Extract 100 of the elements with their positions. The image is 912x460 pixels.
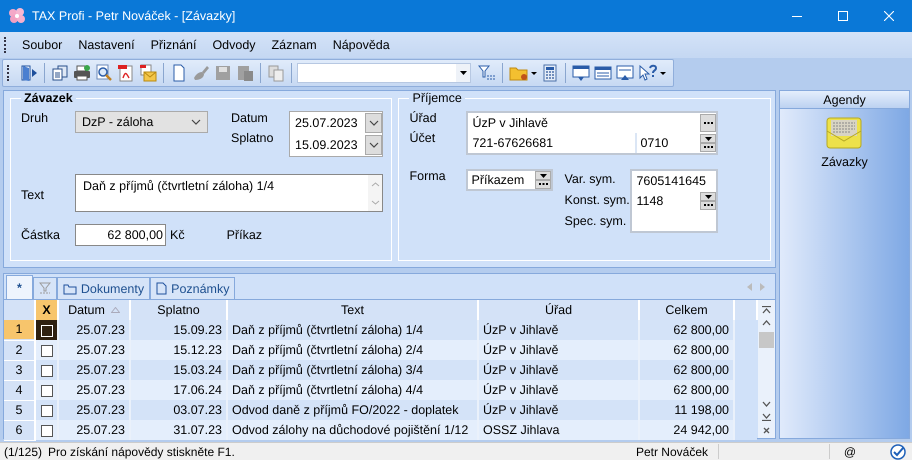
filter-icon[interactable] bbox=[477, 62, 497, 82]
chevron-icon bbox=[368, 120, 378, 126]
row-header[interactable]: 2 bbox=[4, 340, 34, 360]
checkbox[interactable] bbox=[40, 384, 52, 397]
table-cell: ÚzP v Jihlavě bbox=[478, 320, 639, 340]
checkbox[interactable] bbox=[40, 424, 52, 437]
column-header[interactable]: Úřad bbox=[478, 300, 639, 320]
check-circle-icon bbox=[890, 444, 906, 460]
browse-button[interactable] bbox=[700, 201, 716, 210]
column-header[interactable]: Splatno bbox=[130, 300, 227, 320]
dropdown-button[interactable] bbox=[700, 134, 716, 143]
dropdown-button[interactable] bbox=[365, 113, 382, 133]
browse-button[interactable] bbox=[700, 143, 716, 152]
flower-logo-icon bbox=[8, 8, 26, 24]
menu-item[interactable]: Odvody bbox=[204, 38, 264, 52]
browse-button[interactable] bbox=[700, 114, 716, 132]
agenda-item[interactable]: Závazky bbox=[821, 155, 868, 169]
checkbox[interactable] bbox=[40, 344, 52, 357]
scroll-bottom-icon[interactable] bbox=[762, 413, 771, 421]
row-header[interactable]: 3 bbox=[4, 360, 34, 380]
text-area[interactable]: Daň z příjmů (čtvrtletní záloha) 1/4 bbox=[75, 174, 383, 212]
table-cell: 15.03.24 bbox=[130, 360, 227, 380]
column-header[interactable]: X bbox=[35, 300, 58, 320]
column-header[interactable]: Datum bbox=[58, 300, 130, 320]
help-pointer-icon[interactable] bbox=[637, 62, 667, 82]
tab[interactable]: * bbox=[6, 275, 33, 299]
account-field[interactable]: 721-67626681 bbox=[468, 136, 636, 150]
field-label: Datum bbox=[231, 111, 269, 125]
field-label: Splatno bbox=[231, 131, 274, 145]
user-name: Petr Nováček bbox=[636, 444, 708, 458]
table-cell: Odvod daně z příjmů FO/2022 - doplatek bbox=[227, 400, 478, 420]
scrollbar-thumb[interactable] bbox=[759, 332, 774, 348]
menu-item[interactable]: Záznam bbox=[264, 38, 325, 52]
window-up-icon[interactable] bbox=[615, 62, 635, 82]
scroll-down-icon[interactable] bbox=[762, 401, 771, 407]
scroll-up-icon[interactable] bbox=[762, 320, 771, 326]
table-cell: 25.07.23 bbox=[58, 420, 130, 440]
menu-item[interactable]: Přiznání bbox=[142, 38, 204, 52]
status-message: Pro získání nápovědy stiskněte F1. bbox=[48, 444, 235, 458]
dropdown-button[interactable] bbox=[700, 192, 716, 201]
row-header[interactable]: 6 bbox=[4, 420, 34, 440]
table-cell: Daň z příjmů (čtvrtletní záloha) 2/4 bbox=[227, 340, 478, 360]
group-title: Závazek bbox=[23, 91, 74, 105]
column-header[interactable]: Celkem bbox=[639, 300, 734, 320]
menu-item[interactable]: Nápověda bbox=[324, 38, 398, 52]
dropdown-button[interactable] bbox=[365, 135, 382, 155]
exit-door-icon[interactable] bbox=[19, 62, 39, 82]
field-label: Úřad bbox=[409, 111, 438, 125]
table-cell: 31.07.23 bbox=[130, 420, 227, 440]
magnifier-page-icon[interactable] bbox=[94, 62, 114, 82]
group-title: Příjemce bbox=[411, 91, 463, 105]
vertical-scrollbar[interactable] bbox=[758, 300, 775, 438]
field-label: Text bbox=[21, 187, 45, 204]
date-field[interactable]: 25.07.2023 bbox=[290, 116, 365, 130]
close-icon bbox=[884, 11, 894, 21]
row-header[interactable]: 5 bbox=[4, 400, 34, 420]
table-cell: 25.07.23 bbox=[58, 400, 130, 420]
menu-item[interactable]: Nastavení bbox=[70, 38, 143, 52]
field-label: Konst. sym. bbox=[564, 193, 630, 207]
printer-icon[interactable] bbox=[72, 62, 92, 82]
table-cell: 62 800,00 bbox=[639, 320, 734, 340]
scroll-up-icon bbox=[370, 182, 380, 186]
ellipsis-icon bbox=[704, 122, 713, 124]
table-cell: 62 800,00 bbox=[639, 360, 734, 380]
folder-icon bbox=[62, 282, 77, 294]
office-field[interactable]: ÚzP v Jihlavě bbox=[468, 116, 700, 130]
column-header[interactable]: Text bbox=[227, 300, 478, 320]
type-select[interactable]: DzP - záloha bbox=[75, 111, 208, 133]
amount-field[interactable]: 62 800,00 bbox=[75, 224, 166, 246]
envelope-page-icon[interactable] bbox=[138, 62, 158, 82]
caret-icon bbox=[704, 136, 712, 140]
collapse-icon[interactable] bbox=[763, 427, 770, 434]
payment-note: Příkaz bbox=[226, 228, 262, 242]
sort-ascending-icon bbox=[110, 307, 120, 313]
date-field[interactable]: 15.09.2023 bbox=[290, 138, 365, 152]
table-cell: 15.09.23 bbox=[130, 320, 227, 340]
copy-pages-icon[interactable] bbox=[50, 62, 70, 82]
field-label: Částka bbox=[21, 228, 61, 242]
payment-form-field[interactable]: Příkazem bbox=[466, 169, 554, 191]
table-cell: Daň z příjmů (čtvrtletní záloha) 4/4 bbox=[227, 380, 478, 400]
toolbar-combo-field[interactable] bbox=[297, 62, 471, 82]
tab[interactable]: Poznámky bbox=[150, 277, 236, 299]
scroll-top-icon[interactable] bbox=[762, 306, 771, 314]
symbol-field[interactable]: 7605141645 bbox=[632, 174, 716, 188]
agenda-header-button[interactable]: Agendy bbox=[780, 91, 909, 109]
menu-item[interactable]: Soubor bbox=[14, 38, 70, 52]
table-cell: 15.12.23 bbox=[130, 340, 227, 360]
checkbox[interactable] bbox=[40, 364, 52, 377]
browse-button[interactable] bbox=[535, 180, 552, 189]
table-cell: 25.07.23 bbox=[58, 360, 130, 380]
table-cell: Daň z příjmů (čtvrtletní záloha) 1/4 bbox=[227, 320, 478, 340]
dropdown-button[interactable] bbox=[535, 171, 552, 180]
row-header[interactable]: 1 bbox=[4, 320, 34, 340]
checkbox[interactable] bbox=[40, 404, 52, 417]
tab[interactable]: Dokumenty bbox=[56, 277, 150, 299]
row-header[interactable]: 4 bbox=[4, 380, 34, 400]
currency-label: Kč bbox=[170, 228, 185, 242]
envelope-icon[interactable] bbox=[826, 117, 862, 149]
symbol-field[interactable]: 1148 bbox=[632, 194, 700, 208]
window-down-icon[interactable] bbox=[571, 62, 591, 82]
